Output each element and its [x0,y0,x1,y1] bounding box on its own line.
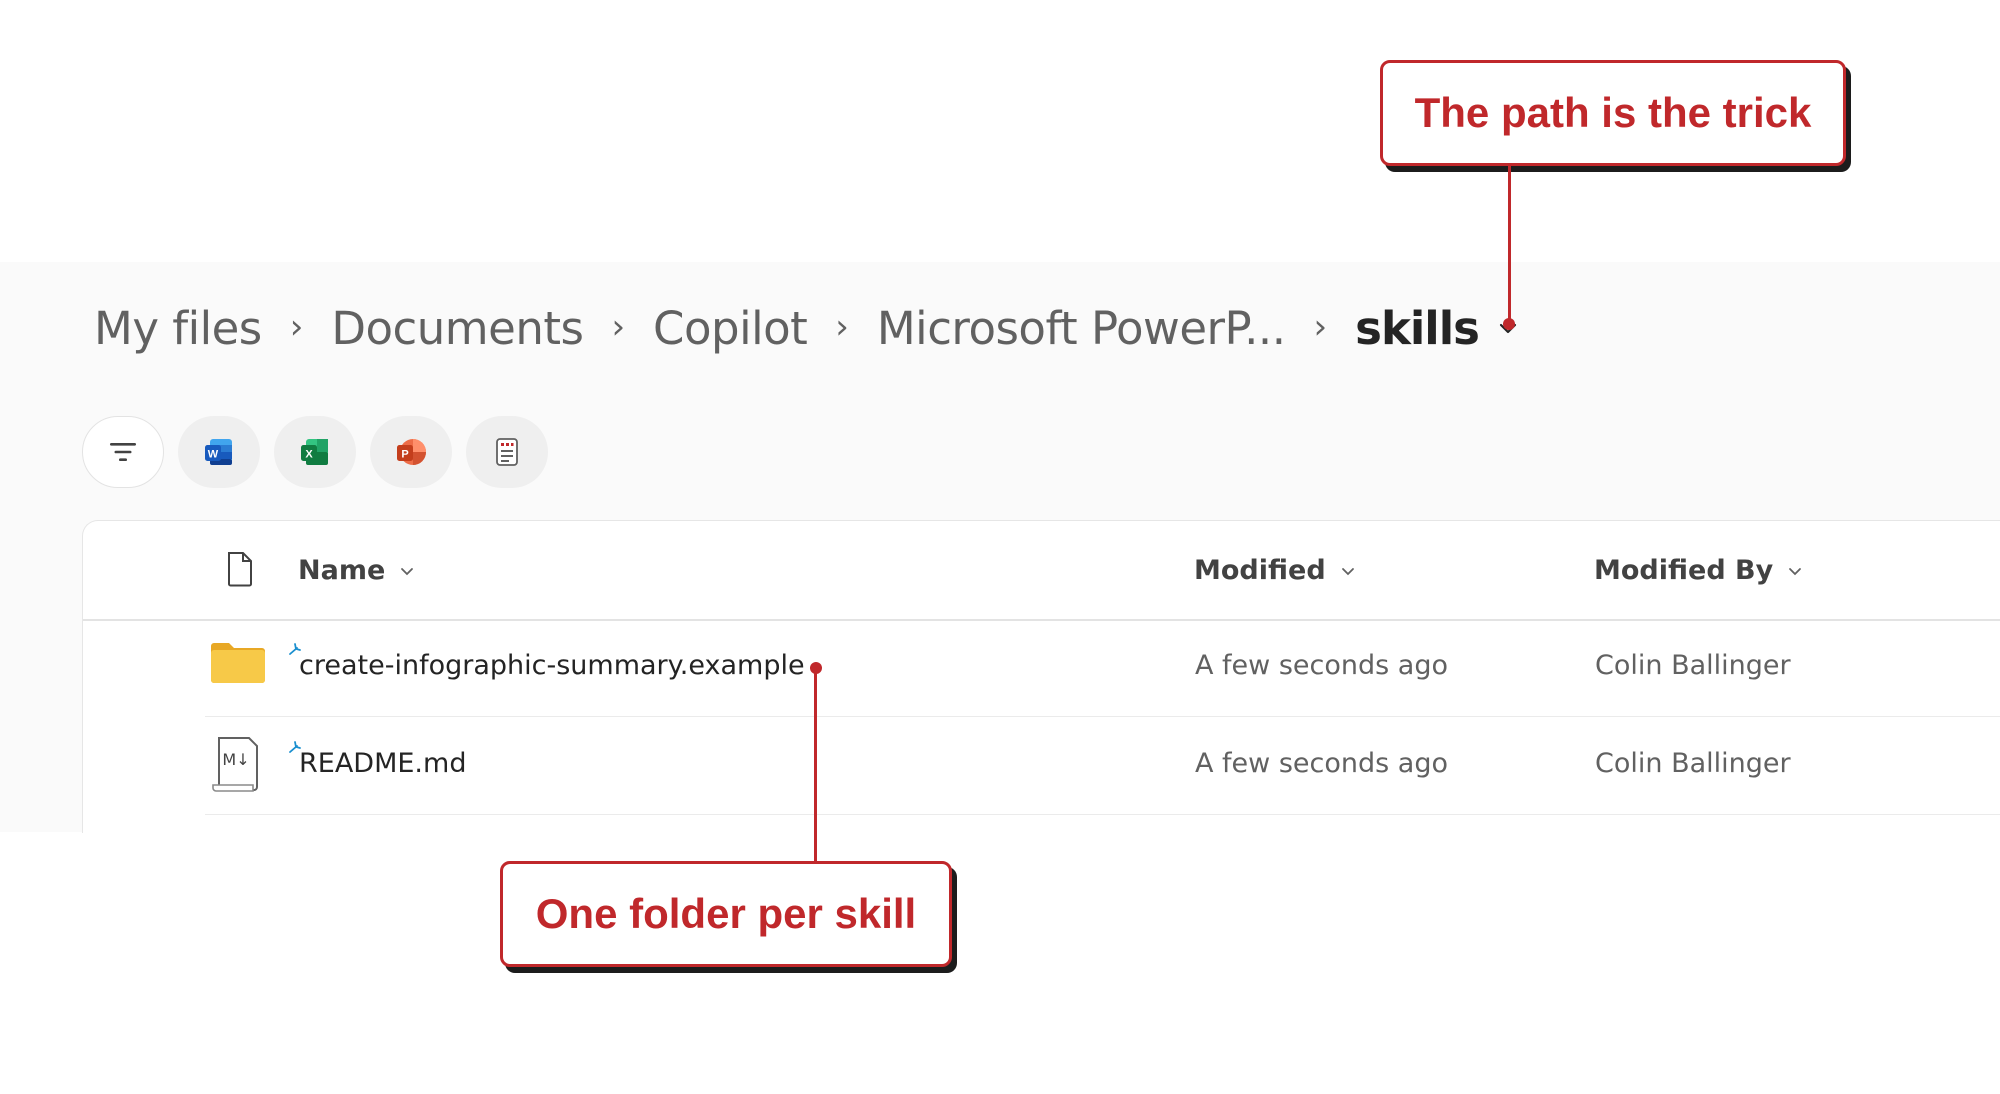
modified-time: A few seconds ago [1195,748,1448,779]
breadcrumb-separator: › [611,307,626,347]
file-name[interactable]: create-infographic-summary.example [299,650,805,681]
breadcrumb-separator: › [1313,307,1328,347]
breadcrumb: My files › Documents › Copilot › Microso… [94,296,1519,360]
annotation-leader-line [1508,163,1511,323]
file-type-filters: W X P [82,416,562,488]
file-name[interactable]: README.md [299,748,466,779]
file-list: Name Modified Modified By create-infogra… [82,520,2000,833]
annotation-pointer-dot [1503,318,1515,330]
breadcrumb-copilot[interactable]: Copilot [653,302,808,355]
chevron-down-icon [401,567,414,575]
word-icon: W [205,439,232,465]
annotation-text: The path is the trick [1414,89,1812,136]
annotation-leader-line [814,668,817,862]
filter-button[interactable] [82,416,164,488]
folder-icon [209,640,267,691]
file-type-icon[interactable] [225,551,255,592]
filter-forms-button[interactable] [466,416,548,488]
chevron-down-icon [1789,567,1802,575]
file-list-header: Name Modified Modified By [83,521,2000,621]
breadcrumb-microsoft-powerpoint[interactable]: Microsoft PowerP... [877,302,1286,355]
breadcrumb-documents[interactable]: Documents [331,302,584,355]
annotation-text: One folder per skill [535,890,917,937]
column-header-modified-by[interactable]: Modified By [1594,555,1803,586]
modified-time: A few seconds ago [1195,650,1448,681]
breadcrumb-my-files[interactable]: My files [94,302,262,355]
svg-text:X: X [305,449,313,461]
modified-by[interactable]: Colin Ballinger [1595,748,1791,779]
svg-text:M↓: M↓ [222,750,249,769]
breadcrumb-current-skills[interactable]: skills [1355,302,1480,355]
table-row[interactable]: M↓ README.md A few seconds ago Colin Bal… [205,718,2000,815]
powerpoint-icon: P [397,439,426,465]
excel-icon: X [301,439,328,465]
filter-lines-icon [110,443,136,461]
svg-text:P: P [401,449,408,461]
breadcrumb-separator: › [835,307,849,347]
chevron-down-icon [1341,567,1354,575]
annotation-callout-top: The path is the trick [1380,60,1846,166]
annotation-callout-bottom: One folder per skill [500,861,952,967]
forms-icon [496,438,518,466]
table-row[interactable]: create-infographic-summary.example A few… [205,620,2000,717]
filter-powerpoint-button[interactable]: P [370,416,452,488]
column-header-name[interactable]: Name [298,555,415,586]
filter-word-button[interactable]: W [178,416,260,488]
markdown-file-icon: M↓ [209,735,265,800]
modified-by[interactable]: Colin Ballinger [1595,650,1791,681]
annotation-pointer-dot [810,662,822,674]
filter-excel-button[interactable]: X [274,416,356,488]
svg-text:W: W [208,449,219,461]
column-header-modified[interactable]: Modified [1194,555,1356,586]
breadcrumb-separator: › [289,307,304,347]
